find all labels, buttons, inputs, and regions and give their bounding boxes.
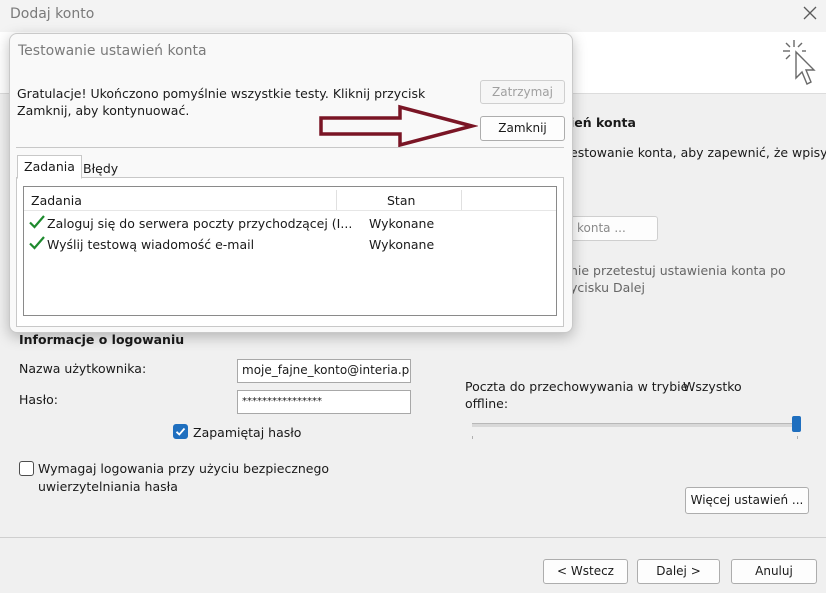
checkmark-icon (175, 427, 186, 436)
slider-tick (472, 436, 473, 439)
spa-checkbox[interactable] (19, 461, 34, 476)
offline-label-line1: Poczta do przechowywania w trybie (465, 379, 689, 394)
dialog-title: Testowanie ustawień konta (18, 43, 207, 59)
tab-errors[interactable]: Błędy (76, 157, 125, 181)
test-account-button-partial[interactable]: konta ... (560, 216, 658, 241)
next-button[interactable]: Dalej > (637, 559, 720, 584)
test-description-partial: estowanie konta, aby zapewnić, że wpisy (570, 145, 826, 160)
stop-button[interactable]: Zatrzymaj (480, 80, 565, 104)
offline-slider-thumb[interactable] (792, 416, 801, 432)
close-icon[interactable] (800, 3, 820, 23)
task-row-2-name: Wyślij testową wiadomość e-mail (47, 237, 255, 252)
remember-password-label: Zapamiętaj hasło (193, 425, 302, 440)
more-settings-button[interactable]: Więcej ustawień ... (685, 487, 809, 514)
checkmark-icon (28, 235, 46, 251)
offline-slider-track[interactable] (472, 423, 798, 427)
section-header-partial: ień konta (570, 115, 636, 130)
column-header-status[interactable]: Stan (387, 193, 415, 208)
column-divider (336, 190, 337, 210)
column-divider (461, 190, 462, 210)
task-row-1-name: Zaloguj się do serwera poczty przychodzą… (47, 216, 353, 231)
annotation-arrow-icon (319, 104, 478, 148)
cursor-click-icon (780, 38, 820, 88)
cancel-button[interactable]: Anuluj (731, 559, 817, 584)
task-row-1-status: Wykonane (369, 216, 435, 231)
main-window-title: Dodaj konto (10, 6, 95, 22)
checkmark-icon (28, 214, 46, 230)
slider-tick (797, 436, 798, 439)
login-section-title: Informacje o logowaniu (19, 332, 185, 347)
close-button[interactable]: Zamknij (480, 116, 565, 141)
offline-label-line2: offline: (465, 396, 509, 411)
remember-password-checkbox[interactable] (173, 424, 188, 439)
back-button[interactable]: < Wstecz (543, 559, 628, 584)
column-header-tasks[interactable]: Zadania (31, 193, 82, 208)
main-titlebar (0, 0, 826, 32)
username-input[interactable]: moje_fajne_konto@interia.pl (237, 359, 411, 383)
auto-test-label-line2: ycisku Dalej (570, 280, 645, 295)
task-row-2-status: Wykonane (369, 237, 435, 252)
username-label: Nazwa użytkownika: (19, 361, 147, 376)
password-input[interactable]: **************** (237, 390, 411, 414)
offline-value: Wszystko (683, 379, 742, 394)
spa-label-line1: Wymagaj logowania przy użyciu bezpieczne… (38, 461, 330, 476)
list-header (24, 187, 556, 211)
tab-tasks[interactable]: Zadania (17, 155, 82, 179)
auto-test-label-line1: nie przetestuj ustawienia konta po (570, 263, 786, 278)
password-label: Hasło: (19, 392, 58, 407)
spa-label-line2: uwierzytelniania hasła (38, 479, 178, 494)
dialog-separator (16, 147, 564, 148)
